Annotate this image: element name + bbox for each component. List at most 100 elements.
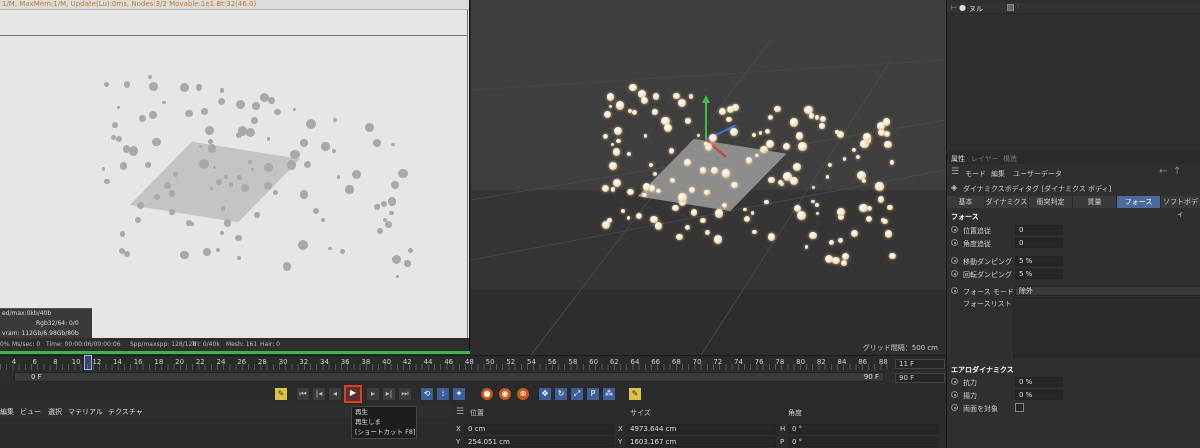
position-y-field[interactable]: 254.051 cm [464,437,614,447]
follow-position-field[interactable]: 0 [1015,225,1063,235]
motion-record-icon[interactable]: ✦ [452,387,466,401]
subtab-softbody[interactable]: ソフトボディ [1161,196,1200,218]
subtab-force[interactable]: フォース [1117,196,1161,208]
menu-user-data[interactable]: ユーザーデータ [1013,169,1062,179]
particle [889,160,894,165]
next-key-icon[interactable]: ▸| [382,387,396,401]
size-x-field[interactable]: 4973.644 cm [626,424,776,434]
up-arrow-icon[interactable]: ↑ [1173,166,1181,177]
particle [744,215,750,222]
tab-layers[interactable]: レイヤー [971,154,999,164]
menu-select[interactable]: 選択 [48,407,62,417]
particle [612,179,621,188]
render-ms: Ms/sec: 0 [12,341,41,348]
position-key-icon[interactable]: ✥ [538,387,552,401]
particle [180,250,189,259]
anim-radio-icon[interactable] [951,226,958,233]
tooltip-shortcut: [ショートカット F8] [355,428,416,436]
stat-line: ed/max:0kb/40b [2,310,52,317]
anim-radio-icon[interactable] [951,270,958,277]
pla-key-icon[interactable]: ⁂ [602,387,616,401]
tab-attributes[interactable]: 属性 [951,154,965,164]
anim-radio-icon[interactable] [951,239,958,246]
particle [172,171,178,177]
scheme-icon[interactable]: ✎ [628,387,642,401]
particle [237,256,241,261]
anim-radio-icon[interactable] [951,257,958,264]
particle [321,218,326,223]
menu-edit[interactable]: 編集 [991,169,1005,179]
particle [236,99,246,109]
particle [298,239,309,250]
menu-icon[interactable]: ☰ [456,407,464,417]
particle [381,200,388,207]
end-frame-field[interactable]: 90 F [895,373,945,383]
force-mode-dropdown[interactable]: 除外 [1015,286,1200,296]
menu-edit-bottom[interactable]: 編集 [0,407,14,417]
linear-damping-field[interactable]: 5 % [1015,256,1063,266]
object-row-null[interactable]: ⊢ ● ヌル ⁝ [947,3,1200,14]
position-x-field[interactable]: 0 cm [464,424,614,434]
anim-radio-icon[interactable] [951,378,958,385]
particle [603,110,611,118]
render-frame-right [467,10,468,340]
menu-view[interactable]: ビュー [20,407,41,417]
keyframe-selection-icon[interactable]: ⊗ [516,387,530,401]
menu-texture[interactable]: テクスチャ [108,407,143,417]
subtab-dynamics[interactable]: ダイナミクス [985,196,1029,208]
perspective-viewport[interactable]: グリッド間隔：500 cm [471,0,946,355]
two-sided-checkbox[interactable] [1015,403,1024,412]
menu-material[interactable]: マテリアル [68,407,103,417]
particle [115,136,122,143]
rotation-h-field[interactable]: 0 ° [788,424,938,434]
tag-icon[interactable]: ⁝ [1017,3,1019,11]
subtab-mass[interactable]: 質量 [1073,196,1117,208]
force-list-box[interactable] [1013,297,1200,357]
menu-mode[interactable]: モード [965,169,986,179]
angular-damping-field[interactable]: 5 % [1015,269,1063,279]
particle [798,142,807,151]
x-axis-label: X [456,425,461,433]
expand-icon[interactable]: ⊢ [951,4,957,12]
back-arrow-icon[interactable]: ← [1159,166,1167,177]
visibility-checkbox[interactable] [1007,4,1014,11]
render-settings-icon[interactable]: ✎ [274,387,288,401]
menu-icon[interactable]: ☰ [951,167,959,177]
anim-radio-icon[interactable] [951,404,958,411]
particle [250,117,258,125]
scale-key-icon[interactable]: ⤢ [570,387,584,401]
particle [889,252,896,260]
prev-frame-icon[interactable]: ◂ [328,387,342,401]
drag-field[interactable]: 0 % [1015,377,1063,387]
follow-rotation-field[interactable]: 0 [1015,238,1063,248]
size-y-field[interactable]: 1603.167 cm [626,437,776,447]
anim-radio-icon[interactable] [951,391,958,398]
rotation-key-icon[interactable]: ↻ [554,387,568,401]
record-key-icon[interactable]: ● [480,387,494,401]
keyframe-mode-icon[interactable]: ⁞ [436,387,450,401]
current-frame-field[interactable]: 11 F [895,359,945,369]
parameter-key-icon[interactable]: P [586,387,600,401]
particle [273,189,279,196]
subtab-basic[interactable]: 基本 [947,196,985,208]
object-name[interactable]: ヌル [969,4,983,14]
particle [815,203,819,207]
lift-field[interactable]: 0 % [1015,390,1063,400]
render-spp: Spp/maxspp: 128/128 [130,341,197,348]
particle [721,203,727,209]
next-frame-icon[interactable]: ▸ [366,387,380,401]
go-to-end-icon[interactable]: ⏭ [398,387,412,401]
particle [135,216,142,224]
anim-radio-icon[interactable] [951,287,958,294]
loop-icon[interactable]: ⟲ [420,387,434,401]
subtab-collision[interactable]: 衝突判定 [1029,196,1073,208]
prev-key-icon[interactable]: |◂ [312,387,326,401]
particle [332,117,338,123]
rotation-p-field[interactable]: 0 ° [788,437,938,447]
autokey-icon[interactable]: ◉ [498,387,512,401]
timeline-playhead[interactable] [84,355,92,370]
go-to-start-icon[interactable]: ⏮ [296,387,310,401]
tab-structure[interactable]: 構造 [1003,154,1017,164]
play-forward-button[interactable]: ▶ [344,385,362,403]
frame-range-slider[interactable]: 0 F 90 F [14,372,884,382]
